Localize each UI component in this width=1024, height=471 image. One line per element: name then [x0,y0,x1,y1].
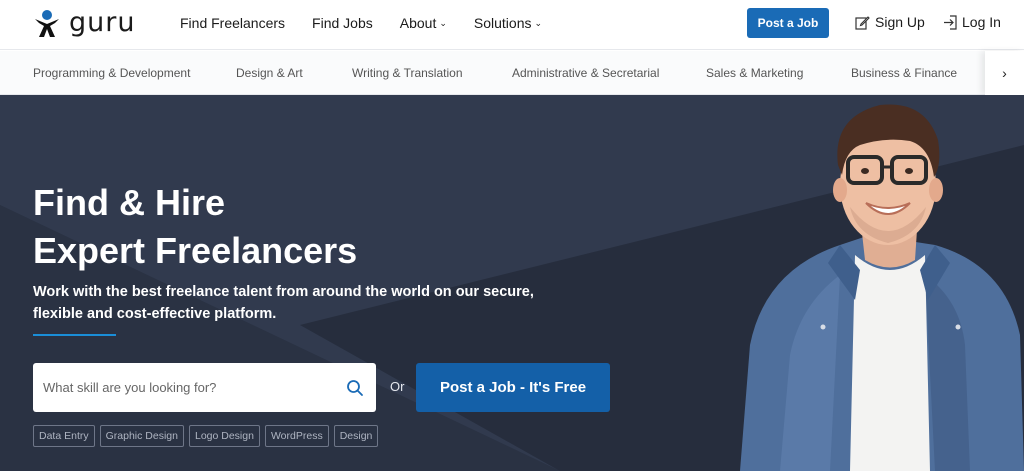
nav-about[interactable]: About ⌄ [400,15,447,31]
nav-label: About [399,15,437,31]
nav-solutions[interactable]: Solutions ⌄ [474,15,542,31]
freelancer-photo [740,104,1024,471]
accent-divider [33,334,116,336]
hero-title-line-1: Find & Hire [33,182,226,223]
top-navbar: guru Find Freelancers Find Jobs About ⌄ S… [0,0,1024,50]
log-in-label: Log In [962,14,1001,30]
category-sales-marketing[interactable]: Sales & Marketing [706,66,803,80]
log-in-link[interactable]: Log In [943,14,1001,30]
category-design-art[interactable]: Design & Art [236,66,303,80]
hero-subtitle-line-1: Work with the best freelance talent from… [33,284,534,300]
tag-wordpress[interactable]: WordPress [264,425,329,447]
category-programming-development[interactable]: Programming & Development [33,66,190,80]
skill-search-box [33,363,376,412]
sign-up-label: Sign Up [875,14,925,30]
main-nav: Find Freelancers Find Jobs About ⌄ Soluti… [180,15,569,31]
post-job-button[interactable]: Post a Job [747,8,829,38]
nav-find-jobs[interactable]: Find Jobs [312,15,373,31]
hero-title-line-2: Expert Freelancers [33,230,358,271]
chevron-down-icon: ⌄ [534,18,543,28]
tag-data-entry[interactable]: Data Entry [33,425,95,447]
sign-up-link[interactable]: Sign Up [855,14,925,30]
hero-subtitle-line-2: flexible and cost-effective platform. [33,306,277,322]
category-writing-translation[interactable]: Writing & Translation [352,66,463,80]
popular-skill-tags: Data Entry Graphic Design Logo Design Wo… [33,425,379,447]
search-icon[interactable] [346,379,364,397]
category-business-finance[interactable]: Business & Finance [851,66,957,80]
or-label: Or [390,379,405,394]
guru-logo[interactable]: guru [33,7,143,39]
skill-search-input[interactable] [43,363,333,412]
tag-logo-design[interactable]: Logo Design [188,425,260,447]
tag-graphic-design[interactable]: Graphic Design [99,425,184,447]
hero-section: Find & Hire Expert Freelancers Work with… [0,95,1024,471]
category-bar: Programming & Development Design & Art W… [0,51,1024,95]
hero-title: Find & Hire Expert Freelancers [33,179,357,275]
chevron-down-icon: ⌄ [439,18,447,28]
guru-person-icon [35,10,59,37]
nav-label: Solutions [473,15,532,31]
login-arrow-icon [944,14,957,30]
chevron-right-icon: › [1002,65,1007,81]
category-next-button[interactable]: › [985,51,1024,95]
edit-icon [855,15,870,30]
tag-design[interactable]: Design [333,425,379,447]
nav-find-freelancers[interactable]: Find Freelancers [180,15,285,31]
category-administrative-secretarial[interactable]: Administrative & Secretarial [512,66,659,80]
nav-label: Find Jobs [312,15,373,31]
logo-text: guru [69,7,136,38]
hero-subtitle: Work with the best freelance talent from… [33,281,553,325]
post-job-free-button[interactable]: Post a Job - It's Free [416,363,610,412]
nav-label: Find Freelancers [180,15,286,31]
